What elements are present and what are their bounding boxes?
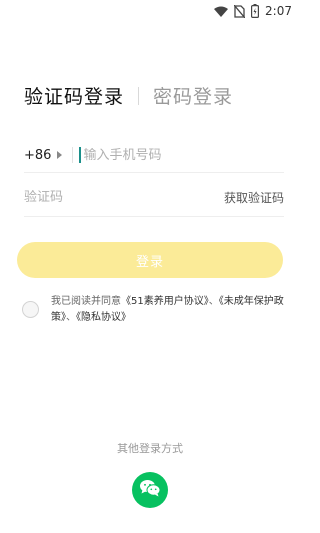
phone-input[interactable]: [83, 147, 284, 163]
agreement-separator: 、: [66, 312, 76, 323]
status-bar: 2:07: [0, 0, 300, 22]
agreement-text: 我已阅读并同意《51素养用户协议》、《未成年保护政策》、《隐私协议》: [51, 294, 284, 326]
code-row: 获取验证码: [24, 178, 284, 217]
agreement-prefix: 我已阅读并同意: [51, 296, 121, 307]
country-code-selector[interactable]: +86: [24, 148, 51, 163]
verification-code-input[interactable]: [24, 189, 174, 205]
text-cursor: [79, 147, 82, 163]
other-login-label: 其他登录方式: [117, 442, 183, 455]
no-sim-icon: [234, 4, 246, 18]
login-button[interactable]: 登录: [17, 242, 283, 278]
wechat-icon: [139, 479, 161, 501]
tab-password-login[interactable]: 密码登录: [153, 82, 233, 109]
privacy-policy-link[interactable]: 《隐私协议》: [76, 312, 131, 323]
tab-sms-code-login[interactable]: 验证码登录: [24, 82, 124, 109]
agreement-separator: 、: [208, 296, 219, 307]
status-time: 2:07: [265, 4, 292, 18]
user-agreement-link[interactable]: 《51素养用户协议》: [121, 296, 209, 307]
agreement-checkbox[interactable]: [22, 301, 39, 318]
get-code-button[interactable]: 获取验证码: [224, 189, 284, 206]
phone-divider: [72, 147, 74, 163]
wechat-login-button[interactable]: [132, 472, 168, 508]
caret-right-icon[interactable]: [57, 151, 63, 159]
phone-row: +86: [24, 138, 284, 173]
login-tabs: 验证码登录 密码登录: [24, 82, 233, 109]
wifi-icon: [214, 6, 229, 17]
tab-divider: [138, 86, 140, 105]
agreement: 我已阅读并同意《51素养用户协议》、《未成年保护政策》、《隐私协议》: [22, 294, 284, 326]
battery-charging-icon: [251, 4, 260, 18]
